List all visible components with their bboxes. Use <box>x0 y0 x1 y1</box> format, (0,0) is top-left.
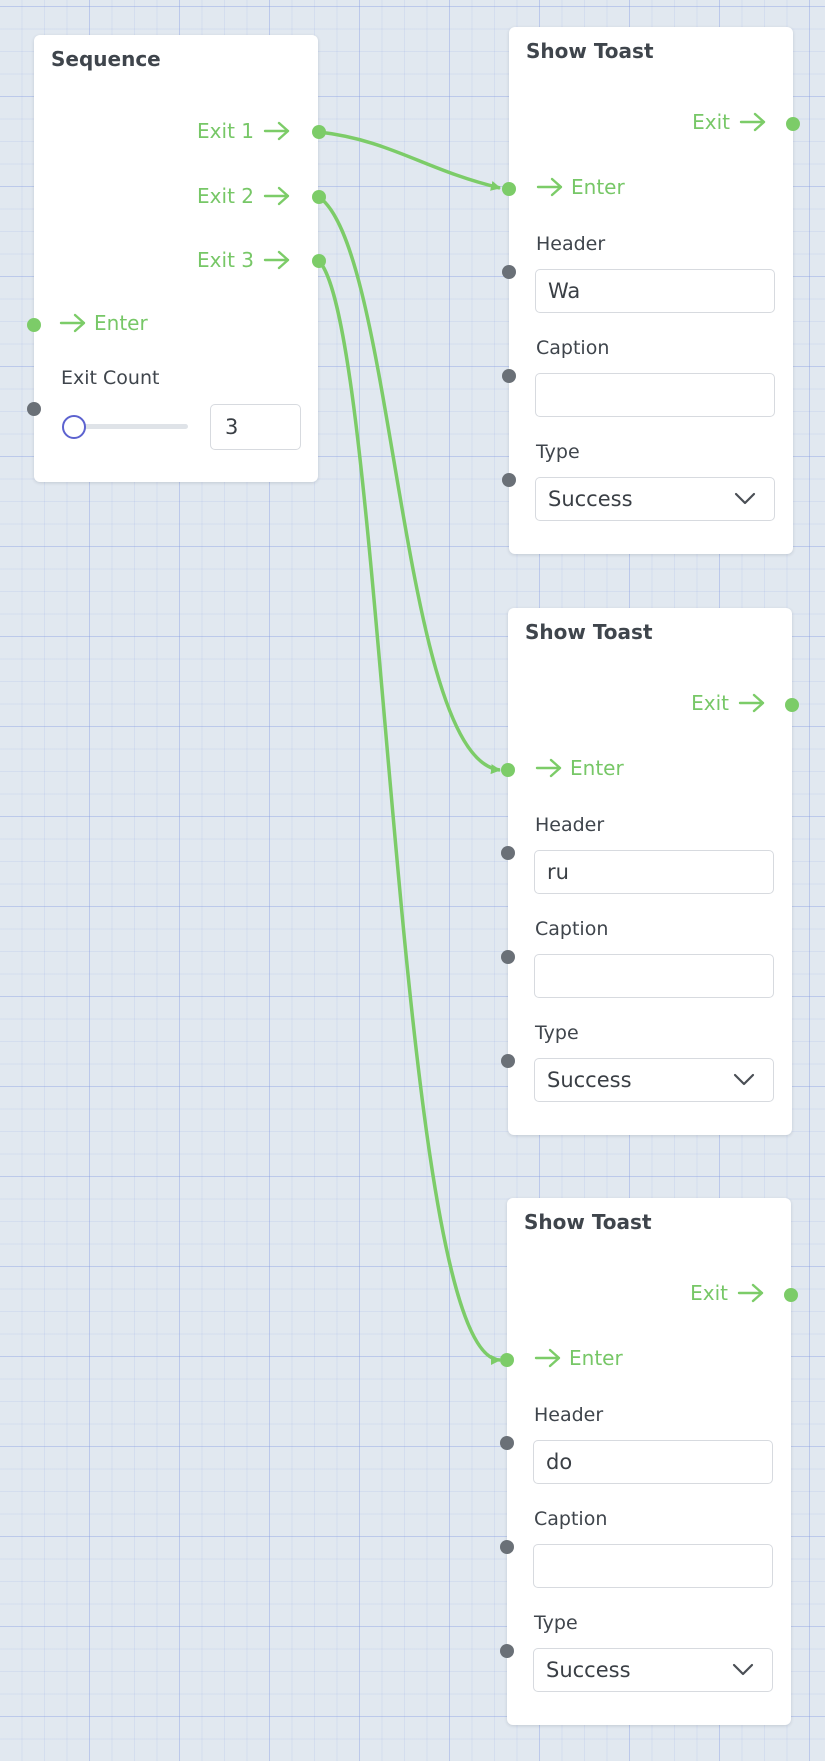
type-select-value: Success <box>547 1068 632 1092</box>
enter-label: Enter <box>569 1346 623 1370</box>
sequence-exit3-dot[interactable] <box>312 254 326 268</box>
arrow-right-icon <box>739 112 766 132</box>
toast2-enter-dot[interactable] <box>501 763 515 777</box>
sequence-exit-count-dot[interactable] <box>27 402 41 416</box>
type-select[interactable]: Success <box>534 1058 774 1102</box>
chevron-down-icon <box>732 1663 754 1676</box>
sequence-exit2-dot[interactable] <box>312 190 326 204</box>
node-title: Show Toast <box>526 39 654 63</box>
arrow-right-icon <box>534 1348 561 1368</box>
node-title: Show Toast <box>524 1210 652 1234</box>
arrow-right-icon <box>738 693 765 713</box>
type-label: Type <box>536 441 580 463</box>
wire-exit1-to-toast1[interactable] <box>318 130 501 191</box>
show-toast-node-1[interactable]: Show Toast Exit Enter Header Wa Caption Type Su… <box>509 27 793 554</box>
toast3-caption-dot[interactable] <box>500 1540 514 1554</box>
toast2-type-dot[interactable] <box>501 1054 515 1068</box>
header-label: Header <box>536 233 606 255</box>
toast3-exit-dot[interactable] <box>784 1288 798 1302</box>
exit-port[interactable]: Exit <box>691 691 767 715</box>
type-select[interactable]: Success <box>533 1648 773 1692</box>
enter-label: Enter <box>570 756 624 780</box>
enter-port[interactable]: Enter <box>534 756 624 780</box>
caption-input[interactable] <box>533 1544 773 1588</box>
wire-exit2-to-toast2[interactable] <box>317 195 501 775</box>
exit-count-slider-thumb[interactable] <box>62 415 86 439</box>
caption-label: Caption <box>534 1508 608 1530</box>
arrow-right-icon <box>263 250 290 270</box>
caption-label: Caption <box>535 918 609 940</box>
exit-label: Exit 1 <box>197 119 254 143</box>
header-input[interactable]: ru <box>534 850 774 894</box>
exit-label: Exit <box>692 110 730 134</box>
header-input[interactable]: do <box>533 1440 773 1484</box>
toast1-enter-dot[interactable] <box>502 182 516 196</box>
type-select-value: Success <box>548 487 633 511</box>
caption-label: Caption <box>536 337 610 359</box>
toast1-header-dot[interactable] <box>502 265 516 279</box>
toast1-exit-dot[interactable] <box>786 117 800 131</box>
enter-port[interactable]: Enter <box>533 1346 623 1370</box>
exit-port[interactable]: Exit <box>692 110 768 134</box>
type-select[interactable]: Success <box>535 477 775 521</box>
node-title: Show Toast <box>525 620 653 644</box>
enter-port[interactable]: Enter <box>58 311 148 335</box>
exit-label: Exit 3 <box>197 248 254 272</box>
header-label: Header <box>534 1404 604 1426</box>
arrow-right-icon <box>536 177 563 197</box>
toast2-header-dot[interactable] <box>501 846 515 860</box>
arrow-right-icon <box>535 758 562 778</box>
type-label: Type <box>535 1022 579 1044</box>
enter-port[interactable]: Enter <box>535 175 625 199</box>
exit-port[interactable]: Exit <box>690 1281 766 1305</box>
type-select-value: Success <box>546 1658 631 1682</box>
caption-input[interactable] <box>535 373 775 417</box>
node-title: Sequence <box>51 47 161 71</box>
show-toast-node-2[interactable]: Show Toast Exit Enter Header ru Caption Type Su… <box>508 608 792 1135</box>
toast1-type-dot[interactable] <box>502 473 516 487</box>
enter-label: Enter <box>94 311 148 335</box>
exit-label: Exit 2 <box>197 184 254 208</box>
exit-count-label: Exit Count <box>61 367 160 389</box>
toast3-header-dot[interactable] <box>500 1436 514 1450</box>
toast1-caption-dot[interactable] <box>502 369 516 383</box>
toast3-type-dot[interactable] <box>500 1644 514 1658</box>
exit-port-1[interactable]: Exit 1 <box>197 119 292 143</box>
sequence-enter-dot[interactable] <box>27 318 41 332</box>
toast3-enter-dot[interactable] <box>500 1353 514 1367</box>
show-toast-node-3[interactable]: Show Toast Exit Enter Header do Caption Type Su… <box>507 1198 791 1725</box>
header-label: Header <box>535 814 605 836</box>
toast2-exit-dot[interactable] <box>785 698 799 712</box>
header-input[interactable]: Wa <box>535 269 775 313</box>
enter-label: Enter <box>571 175 625 199</box>
exit-label: Exit <box>690 1281 728 1305</box>
type-label: Type <box>534 1612 578 1634</box>
chevron-down-icon <box>734 492 756 505</box>
wire-exit3-to-toast3[interactable] <box>317 259 501 1365</box>
sequence-exit1-dot[interactable] <box>312 125 326 139</box>
exit-port-3[interactable]: Exit 3 <box>197 248 292 272</box>
arrow-right-icon <box>263 121 290 141</box>
arrow-right-icon <box>59 313 86 333</box>
sequence-node[interactable]: Sequence Exit 1 Exit 2 Exit 3 Enter Exit… <box>34 35 318 482</box>
caption-input[interactable] <box>534 954 774 998</box>
toast2-caption-dot[interactable] <box>501 950 515 964</box>
exit-count-input[interactable]: 3 <box>210 404 301 450</box>
arrow-right-icon <box>263 186 290 206</box>
exit-port-2[interactable]: Exit 2 <box>197 184 292 208</box>
arrow-right-icon <box>737 1283 764 1303</box>
chevron-down-icon <box>733 1073 755 1086</box>
exit-label: Exit <box>691 691 729 715</box>
